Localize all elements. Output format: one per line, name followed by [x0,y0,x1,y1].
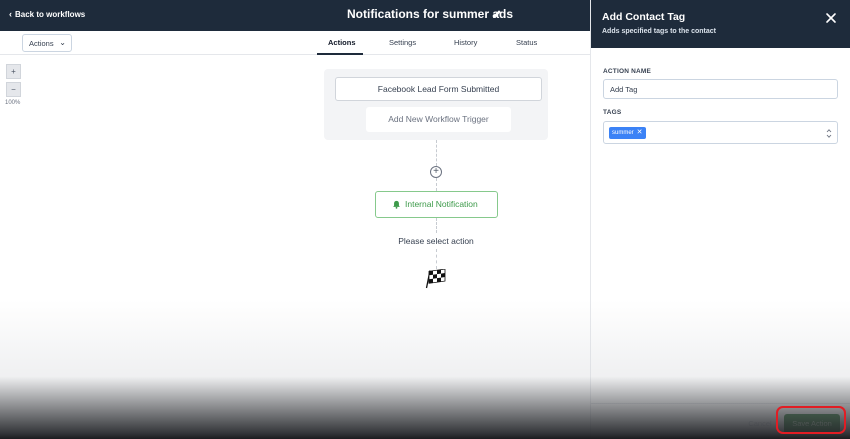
action-name-input[interactable] [603,79,838,99]
tab-status[interactable]: Status [516,38,537,47]
workflow-builder: ‹ Back to workflows Notifications for sum… [0,0,850,439]
add-contact-tag-panel: Add Contact Tag Adds specified tags to t… [590,0,850,439]
actions-dropdown-label: Actions [29,39,54,48]
select-action-placeholder[interactable]: Please select action [392,233,480,249]
tags-input[interactable]: summer ✕ [603,121,838,144]
actions-dropdown[interactable]: Actions ⌄ [22,34,72,52]
tab-history[interactable]: History [454,38,477,47]
add-step-button[interactable]: + [430,166,442,178]
panel-subtitle: Adds specified tags to the contact [602,28,716,35]
connector-line [436,218,437,233]
chevron-left-icon: ‹ [9,9,12,19]
panel-header: Add Contact Tag Adds specified tags to t… [591,0,850,48]
panel-title: Add Contact Tag [602,11,686,23]
tab-actions[interactable]: Actions [328,38,356,47]
tag-chip-label: summer [612,130,634,136]
close-icon[interactable] [825,12,837,24]
save-action-button[interactable]: Save Action [784,414,840,434]
top-bar: ‹ Back to workflows Notifications for sum… [0,0,590,31]
trigger-node[interactable]: Facebook Lead Form Submitted [335,77,542,101]
active-tab-indicator [317,53,363,55]
chevron-down-icon: ⌄ [59,38,66,47]
connector-line [436,140,437,166]
connector-line [436,178,437,191]
pencil-icon[interactable] [492,9,502,19]
zoom-level: 100% [5,100,21,106]
panel-footer: Cancel Save Action [591,403,850,439]
checkered-flag-icon [425,269,446,289]
back-to-workflows-link[interactable]: ‹ Back to workflows [9,9,85,19]
connector-line [436,249,437,269]
tab-bar: Actions ⌄ Actions Settings History Statu… [0,31,590,55]
cancel-button[interactable]: Cancel [741,414,779,434]
tags-label: TAGS [603,109,622,116]
bell-icon [393,200,400,209]
tag-chip: summer ✕ [609,127,646,139]
back-link-label: Back to workflows [15,10,86,19]
zoom-in-button[interactable]: + [6,64,21,79]
add-trigger-button[interactable]: Add New Workflow Trigger [366,107,511,132]
tab-settings[interactable]: Settings [389,38,416,47]
updown-chevron-icon[interactable] [826,128,832,139]
action-node-label: Internal Notification [405,199,478,209]
tag-remove-icon[interactable]: ✕ [637,127,643,139]
zoom-out-button[interactable]: − [6,82,21,97]
action-name-label: ACTION NAME [603,68,652,75]
workflow-title: Notifications for summer ads [347,7,514,21]
